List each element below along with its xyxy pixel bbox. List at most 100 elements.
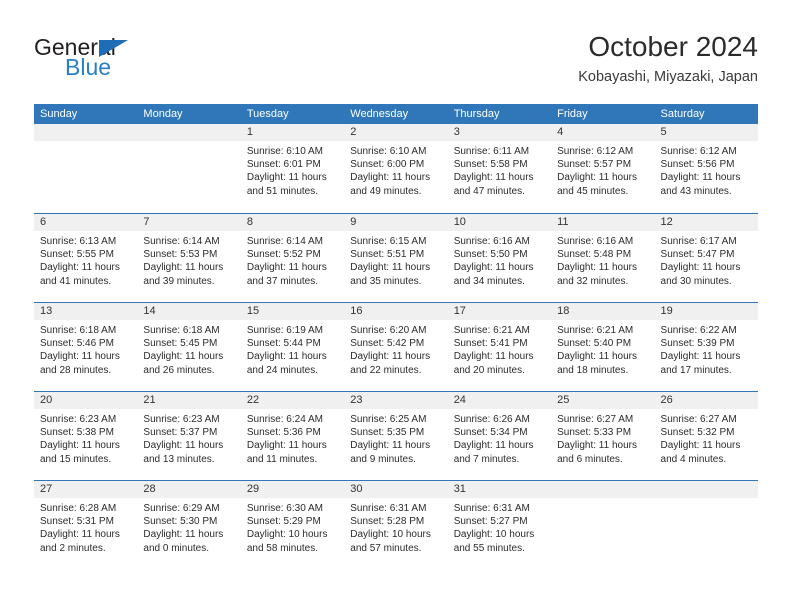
day-details: Sunrise: 6:26 AM Sunset: 5:34 PM Daylight:… [448, 409, 551, 466]
daylight-text-line1: Daylight: 11 hours [40, 440, 120, 452]
sunrise-text: Sunrise: 6:16 AM [453, 236, 530, 247]
calendar-day-cell[interactable]: 10 Sunrise: 6:16 AM Sunset: 5:50 PM Dayligh… [447, 214, 552, 302]
daylight-text-line1: Daylight: 11 hours [143, 440, 224, 452]
calendar-day-cell[interactable]: 24 Sunrise: 6:26 AM Sunset: 5:34 PM Dayligh… [447, 392, 552, 480]
daylight-text-line2: and 13 minutes. [143, 453, 215, 465]
calendar-day-cell[interactable]: 29 Sunrise: 6:30 AM Sunset: 5:29 PM Dayligh… [240, 481, 345, 569]
calendar-day-cell[interactable]: 22 Sunrise: 6:24 AM Sunset: 5:36 PM Dayligh… [240, 392, 345, 480]
day-details: Sunrise: 6:17 AM Sunset: 5:47 PM Daylight:… [655, 231, 758, 288]
calendar-day-cell[interactable]: 18 Sunrise: 6:21 AM Sunset: 5:40 PM Dayligh… [551, 303, 655, 391]
day-number: 28 [143, 483, 156, 495]
general-blue-logo[interactable]: General Blue [34, 34, 234, 88]
calendar-day-cell[interactable]: 3 Sunrise: 6:11 AM Sunset: 5:58 PM Daylight… [447, 124, 552, 213]
calendar-day-cell[interactable]: 4 Sunrise: 6:12 AM Sunset: 5:57 PM Daylight… [551, 124, 655, 213]
day-number: 9 [350, 216, 357, 228]
day-number-band: 6 [34, 214, 138, 231]
calendar-day-cell[interactable]: 15 Sunrise: 6:19 AM Sunset: 5:44 PM Dayligh… [240, 303, 345, 391]
day-number: 24 [453, 394, 466, 406]
day-number: 4 [557, 126, 564, 138]
sunset-text: Sunset: 5:29 PM [246, 516, 321, 528]
sunset-text: Sunset: 5:50 PM [453, 249, 528, 261]
calendar-day-cell[interactable]: 11 Sunrise: 6:16 AM Sunset: 5:48 PM Dayligh… [551, 214, 655, 302]
calendar-day-cell[interactable]: 12 Sunrise: 6:17 AM Sunset: 5:47 PM Dayligh… [654, 214, 758, 302]
day-number-band: 10 [447, 214, 552, 231]
calendar-day-cell[interactable]: 25 Sunrise: 6:27 AM Sunset: 5:33 PM Dayligh… [551, 392, 655, 480]
sunrise-text: Sunrise: 6:28 AM [40, 503, 117, 514]
daylight-text-line1: Daylight: 10 hours [453, 529, 535, 541]
calendar-grid: Sunday Monday Tuesday Wednesday Thursday Frid… [34, 104, 758, 569]
daylight-text-line2: and 0 minutes. [143, 542, 210, 554]
day-number: 2 [350, 126, 357, 138]
calendar-day-cell[interactable]: 30 Sunrise: 6:31 AM Sunset: 5:28 PM Dayligh… [344, 481, 448, 569]
calendar-day-cell[interactable]: 9 Sunrise: 6:15 AM Sunset: 5:51 PM Daylight… [344, 214, 448, 302]
day-number: 29 [246, 483, 260, 495]
calendar-day-cell[interactable]: 6 Sunrise: 6:13 AM Sunset: 5:55 PM Daylight… [34, 214, 138, 302]
day-number-band: 15 [240, 303, 345, 320]
calendar-day-cell[interactable]: 28 Sunrise: 6:29 AM Sunset: 5:30 PM Dayligh… [137, 481, 241, 569]
daylight-text-line1: Daylight: 11 hours [557, 262, 637, 274]
calendar-day-cell[interactable]: 7 Sunrise: 6:14 AM Sunset: 5:53 PM Daylight… [137, 214, 241, 302]
weekday-header-sunday: Sunday [40, 108, 78, 120]
calendar-day-cell[interactable]: 27 Sunrise: 6:28 AM Sunset: 5:31 PM Dayligh… [34, 481, 138, 569]
day-number: 21 [143, 394, 156, 406]
day-number-band: 22 [240, 392, 345, 409]
daylight-text-line2: and 47 minutes. [453, 185, 525, 197]
calendar-day-cell[interactable]: 23 Sunrise: 6:25 AM Sunset: 5:35 PM Dayligh… [344, 392, 448, 480]
sunrise-text: Sunrise: 6:21 AM [453, 325, 530, 336]
day-number-band: 12 [654, 214, 758, 231]
sunrise-text: Sunrise: 6:25 AM [350, 414, 427, 425]
sunset-text: Sunset: 5:45 PM [143, 338, 218, 350]
day-details: Sunrise: 6:30 AM Sunset: 5:29 PM Daylight:… [241, 498, 344, 555]
calendar-day-cell[interactable]: 2 Sunrise: 6:10 AM Sunset: 6:00 PM Daylight… [344, 124, 448, 213]
day-number: 16 [350, 305, 363, 317]
day-number-band: 29 [240, 481, 345, 498]
calendar-day-cell[interactable]: 1 Sunrise: 6:10 AM Sunset: 6:01 PM Daylight… [240, 124, 345, 213]
day-number: 31 [453, 483, 466, 495]
sunrise-text: Sunrise: 6:20 AM [350, 325, 427, 336]
day-details: Sunrise: 6:31 AM Sunset: 5:27 PM Daylight:… [448, 498, 551, 555]
calendar-day-cell[interactable]: 17 Sunrise: 6:21 AM Sunset: 5:41 PM Dayligh… [447, 303, 552, 391]
daylight-text-line1: Daylight: 11 hours [246, 440, 327, 452]
sunrise-text: Sunrise: 6:23 AM [40, 414, 117, 425]
calendar-day-cell[interactable]: 20 Sunrise: 6:23 AM Sunset: 5:38 PM Dayligh… [34, 392, 138, 480]
day-details: Sunrise: 6:25 AM Sunset: 5:35 PM Daylight:… [344, 409, 447, 466]
daylight-text-line2: and 35 minutes. [350, 275, 422, 287]
calendar-day-cell[interactable]: 16 Sunrise: 6:20 AM Sunset: 5:42 PM Dayligh… [344, 303, 448, 391]
calendar-day-cell[interactable]: 5 Sunrise: 6:12 AM Sunset: 5:56 PM Daylight… [654, 124, 758, 213]
day-number-band: 3 [447, 124, 552, 141]
sunset-text: Sunset: 5:57 PM [557, 159, 632, 171]
sunrise-text: Sunrise: 6:27 AM [557, 414, 634, 425]
sunrise-text: Sunrise: 6:24 AM [246, 414, 323, 425]
daylight-text-line1: Daylight: 11 hours [246, 351, 327, 363]
day-number-band: 30 [344, 481, 448, 498]
daylight-text-line2: and 28 minutes. [40, 364, 112, 376]
calendar-week-row: 1 Sunrise: 6:10 AM Sunset: 6:01 PM Daylight… [34, 124, 758, 213]
sunset-text: Sunset: 5:47 PM [660, 249, 735, 261]
daylight-text-line1: Daylight: 11 hours [143, 529, 224, 541]
sunset-text: Sunset: 5:55 PM [40, 249, 114, 261]
day-number-band: 26 [654, 392, 758, 409]
day-number: 27 [40, 483, 53, 495]
weekday-header-wednesday: Wednesday [350, 108, 409, 120]
day-details: Sunrise: 6:21 AM Sunset: 5:40 PM Daylight:… [551, 320, 654, 377]
daylight-text-line2: and 45 minutes. [557, 185, 629, 197]
daylight-text-line2: and 30 minutes. [660, 275, 732, 287]
sunset-text: Sunset: 5:52 PM [246, 249, 321, 261]
sunrise-text: Sunrise: 6:15 AM [350, 236, 427, 247]
calendar-day-cell[interactable]: 14 Sunrise: 6:18 AM Sunset: 5:45 PM Dayligh… [137, 303, 241, 391]
daylight-text-line2: and 6 minutes. [557, 453, 623, 465]
calendar-day-cell[interactable]: 13 Sunrise: 6:18 AM Sunset: 5:46 PM Dayligh… [34, 303, 138, 391]
daylight-text-line2: and 7 minutes. [453, 453, 520, 465]
daylight-text-line2: and 24 minutes. [246, 364, 319, 376]
sunrise-text: Sunrise: 6:18 AM [40, 325, 117, 336]
daylight-text-line2: and 20 minutes. [453, 364, 525, 376]
day-details: Sunrise: 6:18 AM Sunset: 5:45 PM Daylight:… [137, 320, 240, 377]
sunset-text: Sunset: 5:38 PM [40, 427, 114, 439]
daylight-text-line2: and 58 minutes. [246, 542, 319, 554]
calendar-day-cell[interactable]: 8 Sunrise: 6:14 AM Sunset: 5:52 PM Daylight… [240, 214, 345, 302]
calendar-day-cell[interactable]: 21 Sunrise: 6:23 AM Sunset: 5:37 PM Dayligh… [137, 392, 241, 480]
title-block: October 2024 Kobayashi, Miyazaki, Japan [578, 30, 758, 88]
calendar-day-cell[interactable]: 31 Sunrise: 6:31 AM Sunset: 5:27 PM Dayligh… [447, 481, 552, 569]
calendar-day-cell[interactable]: 26 Sunrise: 6:27 AM Sunset: 5:32 PM Dayligh… [654, 392, 758, 480]
calendar-day-cell[interactable]: 19 Sunrise: 6:22 AM Sunset: 5:39 PM Dayligh… [654, 303, 758, 391]
